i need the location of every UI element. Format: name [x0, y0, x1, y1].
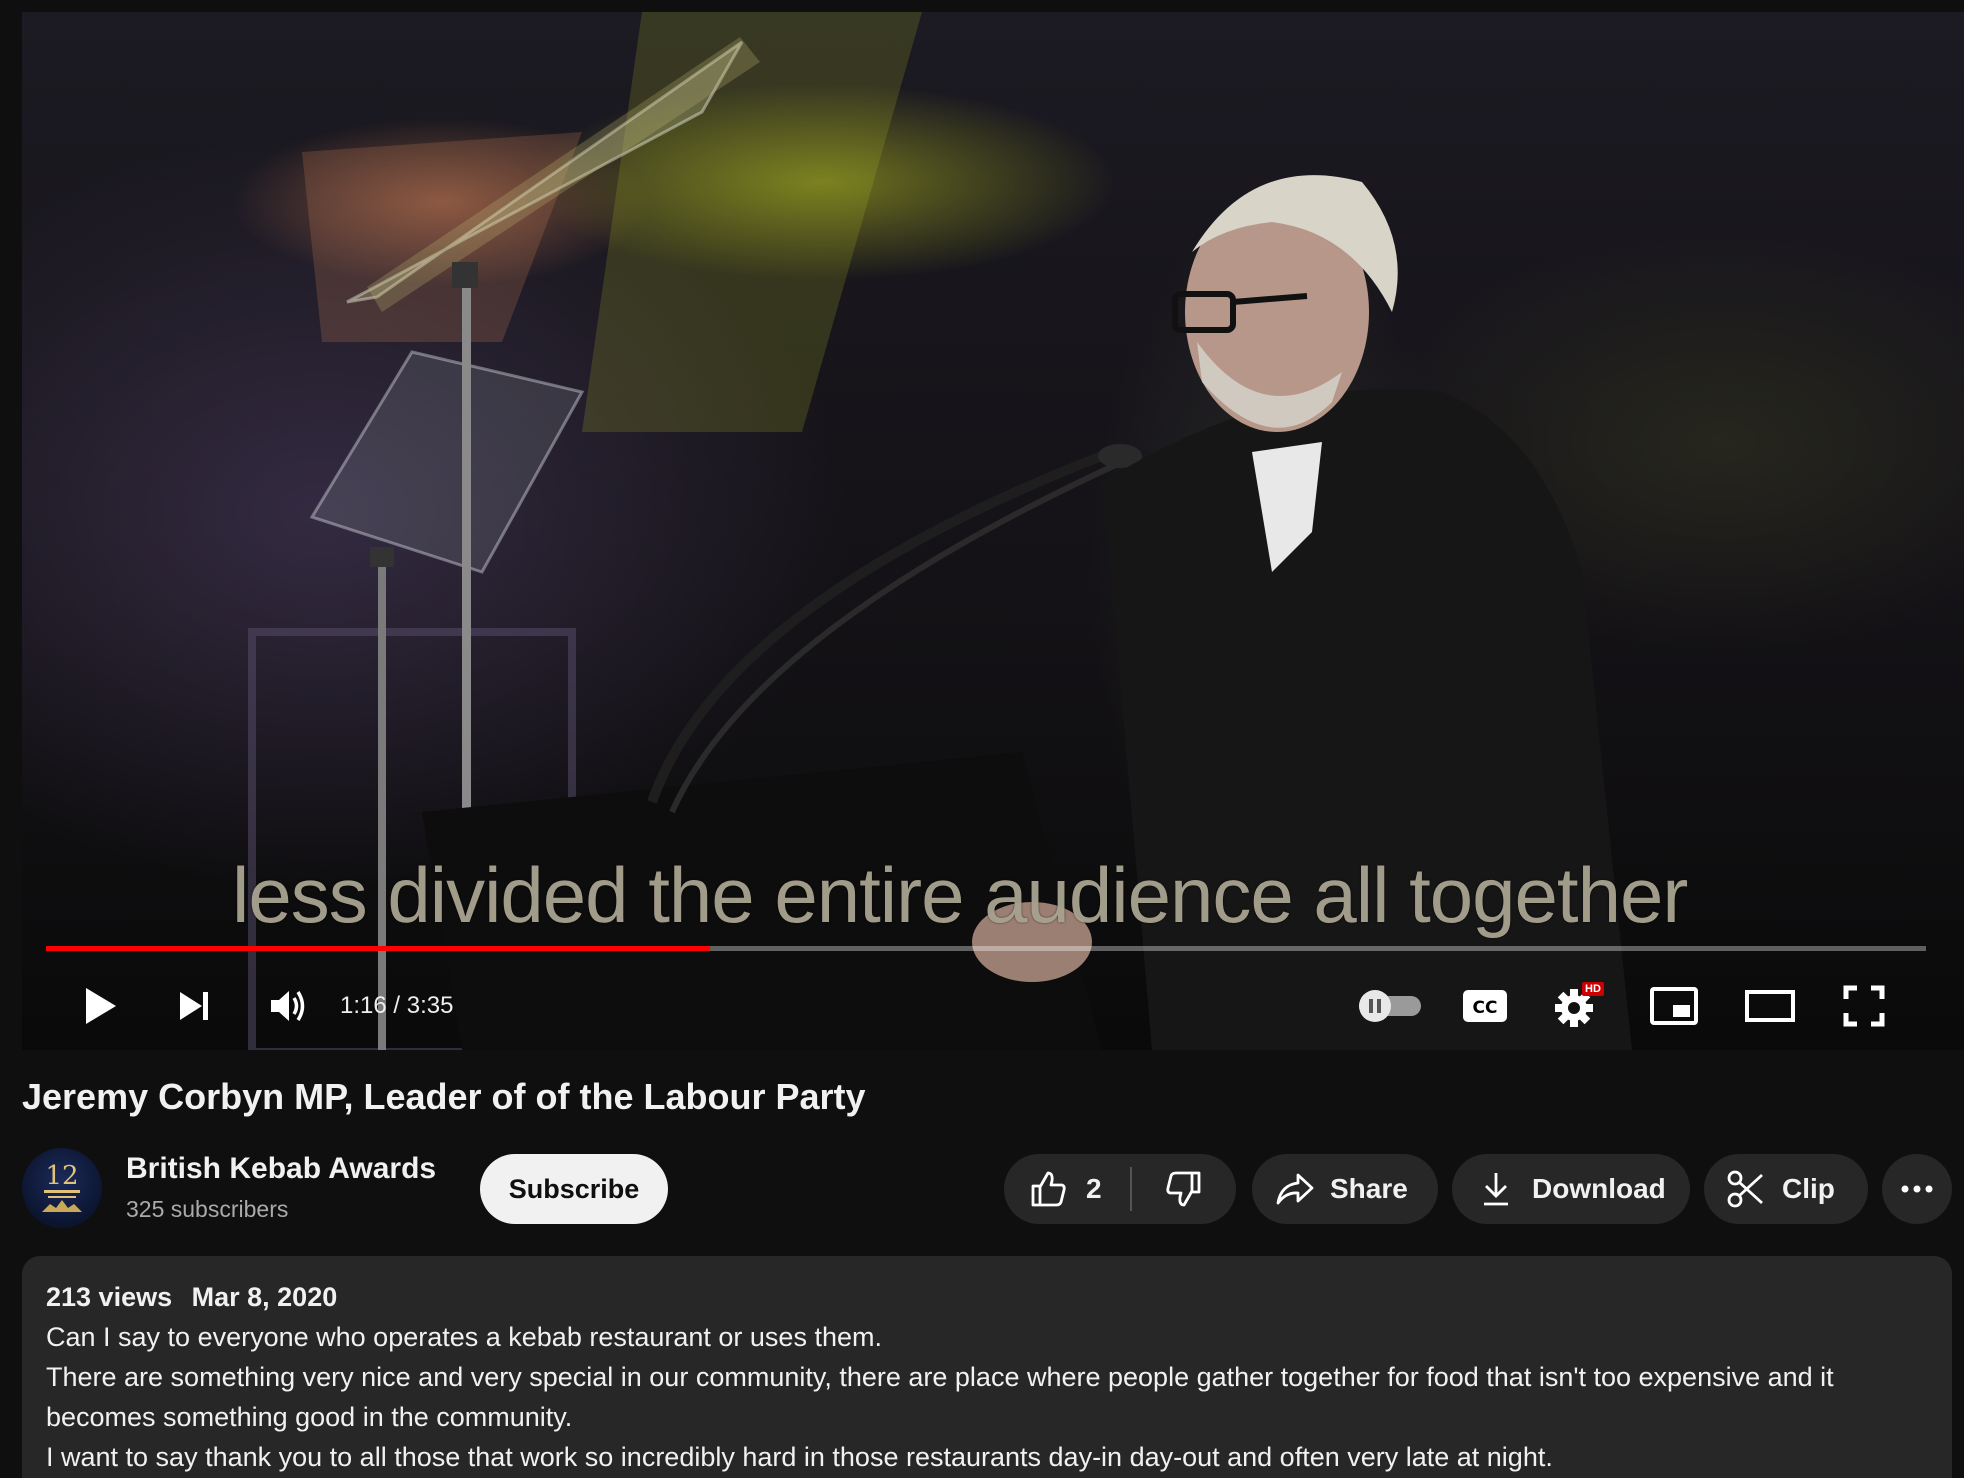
share-button[interactable]: Share [1252, 1154, 1438, 1224]
time-display: 1:16 / 3:35 [340, 992, 454, 1019]
subscriber-count: 325 subscribers [126, 1196, 289, 1222]
play-icon [86, 988, 116, 1024]
clip-label: Clip [1782, 1173, 1835, 1204]
hd-badge: HD [1582, 982, 1604, 996]
settings-button[interactable]: HD [1548, 974, 1612, 1038]
volume-button[interactable] [256, 974, 320, 1038]
description-line: Can I say to everyone who operates a keb… [46, 1322, 882, 1352]
description-meta: 213 views Mar 8, 2020 [46, 1282, 1928, 1313]
volume-icon [271, 991, 305, 1021]
progress-bar[interactable] [46, 946, 1926, 951]
like-button[interactable]: 2 [1004, 1154, 1130, 1224]
share-icon [1276, 1173, 1314, 1205]
download-icon [1484, 1173, 1508, 1206]
youtube-watch-page: less divided the entire audience all tog… [0, 0, 1964, 1478]
captions-icon: CC [1463, 990, 1507, 1022]
next-button[interactable] [162, 974, 226, 1038]
miniplayer-button[interactable] [1642, 974, 1706, 1038]
progress-played [46, 946, 710, 951]
share-label: Share [1330, 1173, 1408, 1204]
avatar-logo-number: 12 [45, 1161, 78, 1191]
clip-button[interactable]: Clip [1704, 1154, 1868, 1224]
more-horizontal-icon [1901, 1185, 1933, 1193]
upload-date: Mar 8, 2020 [191, 1282, 338, 1312]
view-count: 213 views [46, 1282, 173, 1312]
download-label: Download [1532, 1173, 1666, 1204]
video-caption: less divided the entire audience all tog… [232, 851, 1688, 939]
channel-avatar[interactable]: 12 [22, 1148, 102, 1228]
fullscreen-button[interactable] [1832, 974, 1896, 1038]
channel-logo: 12 [42, 1161, 82, 1212]
autoplay-toggle[interactable] [1350, 974, 1430, 1038]
theater-icon [1745, 990, 1795, 1022]
svg-text:CC: CC [1473, 998, 1498, 1018]
video-player[interactable]: less divided the entire audience all tog… [22, 12, 1964, 1050]
miniplayer-icon [1650, 987, 1698, 1025]
subscribe-button[interactable]: Subscribe [480, 1154, 668, 1224]
description-line: I want to say thank you to all those tha… [46, 1442, 1553, 1472]
thumbs-down-icon [1166, 1171, 1201, 1207]
like-dislike-group: 2 [1004, 1154, 1236, 1224]
fullscreen-icon [1843, 985, 1885, 1027]
thumbs-up-icon [1031, 1171, 1066, 1207]
autoplay-toggle-icon [1359, 990, 1421, 1022]
scissors-icon [1727, 1170, 1763, 1208]
time-current: 1:16 [340, 992, 387, 1019]
player-controls: 1:16 / 3:35 CC HD [22, 962, 1964, 1050]
captions-button[interactable]: CC [1453, 974, 1517, 1038]
play-button[interactable] [68, 974, 132, 1038]
more-actions-button[interactable] [1882, 1154, 1952, 1224]
dislike-button[interactable] [1132, 1154, 1236, 1224]
channel-name[interactable]: British Kebab Awards [126, 1152, 436, 1186]
theater-mode-button[interactable] [1738, 974, 1802, 1038]
video-title: Jeremy Corbyn MP, Leader of of the Labou… [22, 1076, 866, 1117]
description-line: There are something very nice and very s… [46, 1362, 1834, 1432]
time-total: 3:35 [406, 992, 454, 1019]
download-button[interactable]: Download [1452, 1154, 1690, 1224]
like-count: 2 [1086, 1173, 1102, 1204]
next-icon [180, 992, 208, 1020]
description-box[interactable]: 213 views Mar 8, 2020 Can I say to every… [22, 1256, 1952, 1478]
